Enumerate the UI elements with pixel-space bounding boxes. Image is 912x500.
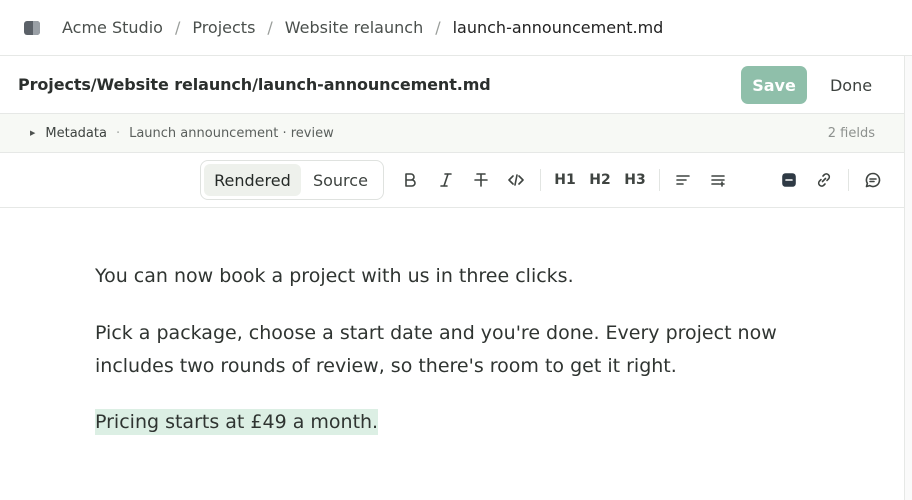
comment-icon[interactable] [863,167,883,193]
paragraph[interactable]: Pick a package, choose a start date and … [95,317,815,383]
heading-2-button[interactable]: H2 [588,167,612,193]
breadcrumb-item-current: launch-announcement.md [452,18,664,37]
highlighted-text[interactable]: Pricing starts at £49 a month. [95,409,379,435]
disclosure-triangle-icon[interactable]: ▶ [30,129,35,137]
paragraph[interactable]: You can now book a project with us in th… [95,260,574,293]
italic-icon[interactable] [436,167,456,193]
metadata-label: Metadata [45,125,107,141]
bold-icon[interactable] [400,167,420,193]
breadcrumb-item-projects[interactable]: Projects [192,18,255,37]
numbered-list-icon[interactable] [708,167,728,193]
metadata-bar[interactable]: ▶ Metadata · Launch announcement · revie… [0,114,904,153]
toolbar-divider [659,169,660,191]
code-icon[interactable] [506,167,526,193]
formatting-toolbar: Rendered Source H1 H2 H3 [0,153,904,208]
breadcrumb-item-workspace[interactable]: Acme Studio [62,18,163,37]
file-header: Projects/Website relaunch/launch-announc… [0,56,904,114]
bullet-list-icon[interactable] [673,167,693,193]
file-path: Projects/Website relaunch/launch-announc… [18,75,491,94]
done-button[interactable]: Done [820,66,882,104]
metadata-summary: Launch announcement · review [129,125,334,141]
highlight-icon[interactable] [779,167,799,193]
toolbar-divider [848,169,849,191]
view-mode-source[interactable]: Source [301,164,380,196]
breadcrumb-separator: / [267,18,273,37]
link-icon[interactable] [814,167,834,193]
metadata-separator: · [115,125,121,141]
breadcrumb-separator: / [435,18,441,37]
view-mode-rendered[interactable]: Rendered [204,164,301,196]
breadcrumb-separator: / [174,18,181,37]
sidebar-toggle-icon[interactable] [24,20,40,35]
metadata-field-count: 2 fields [827,125,875,141]
strikethrough-icon[interactable] [471,167,491,193]
breadcrumb: Acme Studio / Projects / Website relaunc… [0,0,912,56]
heading-1-button[interactable]: H1 [553,167,577,193]
heading-3-button[interactable]: H3 [623,167,647,193]
highlighted-paragraph[interactable]: Pricing starts at £49 a month. [95,406,379,439]
breadcrumb-item-project[interactable]: Website relaunch [285,18,423,37]
view-mode-toggle: Rendered Source [200,160,384,200]
save-button[interactable]: Save [741,66,807,104]
scrollbar-track[interactable] [904,56,912,500]
toolbar-divider [540,169,541,191]
